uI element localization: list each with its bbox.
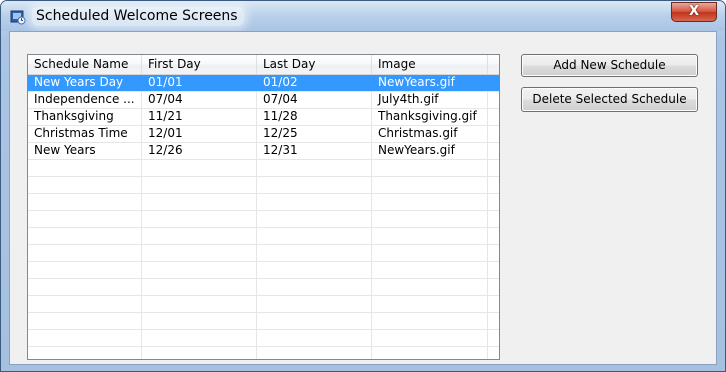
add-new-schedule-button[interactable]: Add New Schedule [521, 54, 698, 77]
column-header-image[interactable]: Image [372, 55, 488, 74]
empty-row [28, 279, 499, 296]
window-title: Scheduled Welcome Screens [32, 7, 244, 26]
cell-schedule-name: New Years [34, 143, 96, 157]
dialog-client-area: Schedule Name First Day Last Day Image N… [9, 31, 717, 365]
empty-row [28, 296, 499, 313]
schedule-app-icon [10, 10, 26, 25]
cell-last-day: 12/31 [263, 143, 298, 157]
close-icon: X [688, 4, 700, 19]
cell-image: Thanksgiving.gif [378, 109, 477, 123]
empty-row [28, 160, 499, 177]
cell-last-day: 11/28 [263, 109, 298, 123]
cell-schedule-name: Independence ... [34, 92, 135, 106]
close-button[interactable]: X [671, 2, 717, 22]
empty-row [28, 313, 499, 330]
cell-schedule-name: New Years Day [34, 75, 124, 89]
cell-last-day: 01/02 [263, 75, 298, 89]
cell-first-day: 07/04 [148, 92, 183, 106]
empty-row [28, 262, 499, 279]
cell-schedule-name: Christmas Time [34, 126, 128, 140]
empty-row [28, 228, 499, 245]
cell-last-day: 07/04 [263, 92, 298, 106]
cell-schedule-name: Thanksgiving [34, 109, 114, 123]
empty-row [28, 245, 499, 262]
title-bar[interactable]: Scheduled Welcome Screens X [1, 1, 725, 31]
cell-first-day: 12/01 [148, 126, 183, 140]
empty-row [28, 177, 499, 194]
column-header-last-day[interactable]: Last Day [257, 55, 372, 74]
empty-row [28, 330, 499, 347]
empty-row [28, 211, 499, 228]
cell-image: NewYears.gif [378, 143, 455, 157]
table-row[interactable]: New Years Day 01/01 01/02 NewYears.gif [28, 75, 499, 92]
cell-image: July4th.gif [378, 92, 439, 106]
schedule-list[interactable]: Schedule Name First Day Last Day Image N… [27, 54, 500, 360]
empty-row [28, 347, 499, 359]
table-row[interactable]: Christmas Time 12/01 12/25 Christmas.gif [28, 126, 499, 143]
cell-last-day: 12/25 [263, 126, 298, 140]
cell-image: NewYears.gif [378, 75, 455, 89]
column-header-schedule-name[interactable]: Schedule Name [28, 55, 142, 74]
list-body: New Years Day 01/01 01/02 NewYears.gif Indep… [28, 75, 499, 359]
cell-first-day: 11/21 [148, 109, 183, 123]
list-header: Schedule Name First Day Last Day Image [28, 55, 499, 75]
delete-selected-schedule-button[interactable]: Delete Selected Schedule [521, 87, 698, 112]
table-row[interactable]: Thanksgiving 11/21 11/28 Thanksgiving.gif [28, 109, 499, 126]
table-row[interactable]: Independence ... 07/04 07/04 July4th.gif [28, 92, 499, 109]
column-header-first-day[interactable]: First Day [142, 55, 257, 74]
empty-row [28, 194, 499, 211]
cell-first-day: 12/26 [148, 143, 183, 157]
cell-first-day: 01/01 [148, 75, 183, 89]
table-row[interactable]: New Years 12/26 12/31 NewYears.gif [28, 143, 499, 160]
window: Scheduled Welcome Screens X Schedule Nam… [0, 0, 726, 372]
cell-image: Christmas.gif [378, 126, 458, 140]
